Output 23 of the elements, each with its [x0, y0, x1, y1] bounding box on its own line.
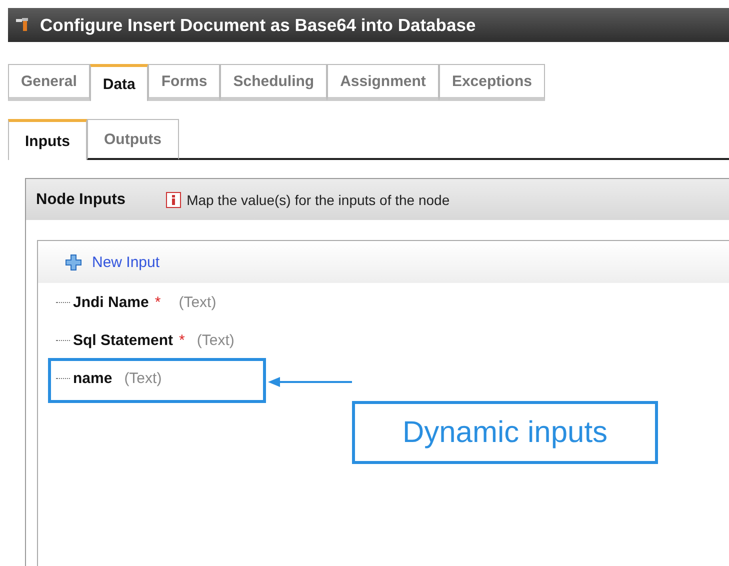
input-name[interactable]: Sql Statement — [73, 332, 174, 348]
tab[interactable]: General — [8, 64, 90, 101]
required-mark: * — [179, 332, 185, 348]
plus-icon — [65, 254, 82, 270]
input-type: (Text) — [124, 370, 162, 386]
window-title: Configure Insert Document as Base64 into Database — [40, 14, 476, 36]
tab[interactable]: Exceptions — [438, 64, 545, 101]
tab[interactable]: Forms — [148, 64, 220, 101]
new-input-link[interactable]: New Input — [92, 254, 160, 270]
tab[interactable]: Scheduling — [220, 64, 328, 101]
hint-text: Map the value(s) for the inputs of the node — [186, 192, 450, 208]
input-name[interactable]: Jndi Name — [73, 294, 149, 310]
input-type: (Text) — [178, 294, 216, 310]
input-name[interactable]: name — [73, 370, 112, 386]
tab[interactable]: Inputs — [8, 119, 87, 160]
tab[interactable]: Assignment — [327, 64, 439, 101]
callout-text: Dynamic inputs — [402, 416, 608, 450]
tab[interactable]: Data — [90, 64, 148, 101]
required-mark: * — [154, 294, 161, 310]
info-icon — [166, 192, 181, 208]
input-type: (Text) — [196, 332, 234, 348]
panel-title: Node Inputs — [36, 190, 126, 208]
tab[interactable]: Outputs — [87, 119, 178, 160]
